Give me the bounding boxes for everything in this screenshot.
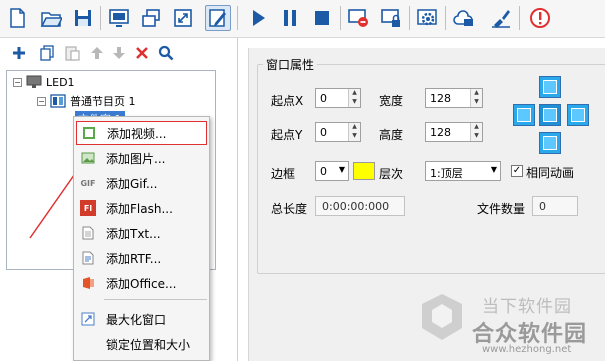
menu-separator: [104, 299, 207, 300]
menu-item-add-office[interactable]: 添加Office...: [76, 271, 207, 295]
watermark-line1: 当下软件园: [482, 297, 572, 317]
menu-item-maximize-window[interactable]: 最大化窗口: [76, 307, 207, 331]
watermark: 当下软件园 合众软件园 www.hezhong.net: [420, 286, 605, 361]
menu-item-lock-position[interactable]: 锁定位置和大小: [76, 332, 207, 356]
menu-item-add-txt[interactable]: 添加Txt...: [76, 221, 207, 245]
image-icon: [80, 150, 96, 166]
office-icon: [80, 275, 96, 291]
menu-item-add-image[interactable]: 添加图片...: [76, 146, 207, 170]
context-menu: 添加视频... 添加图片... GIF 添加Gif... Fl 添加Flash.…: [73, 116, 210, 361]
flash-icon: Fl: [80, 200, 96, 216]
watermark-url: www.hezhong.net: [482, 344, 572, 355]
menu-item-add-video[interactable]: 添加视频...: [76, 121, 207, 145]
gif-icon: GIF: [80, 178, 96, 188]
video-icon: [81, 125, 97, 141]
rtf-icon: [80, 250, 96, 266]
menu-item-add-rtf[interactable]: 添加RTF...: [76, 246, 207, 270]
watermark-logo-icon: [422, 294, 462, 340]
txt-icon: [80, 225, 96, 241]
menu-item-add-flash[interactable]: Fl 添加Flash...: [76, 196, 207, 220]
maximize-window-icon: [80, 311, 96, 327]
menu-item-add-gif[interactable]: GIF 添加Gif...: [76, 171, 207, 195]
